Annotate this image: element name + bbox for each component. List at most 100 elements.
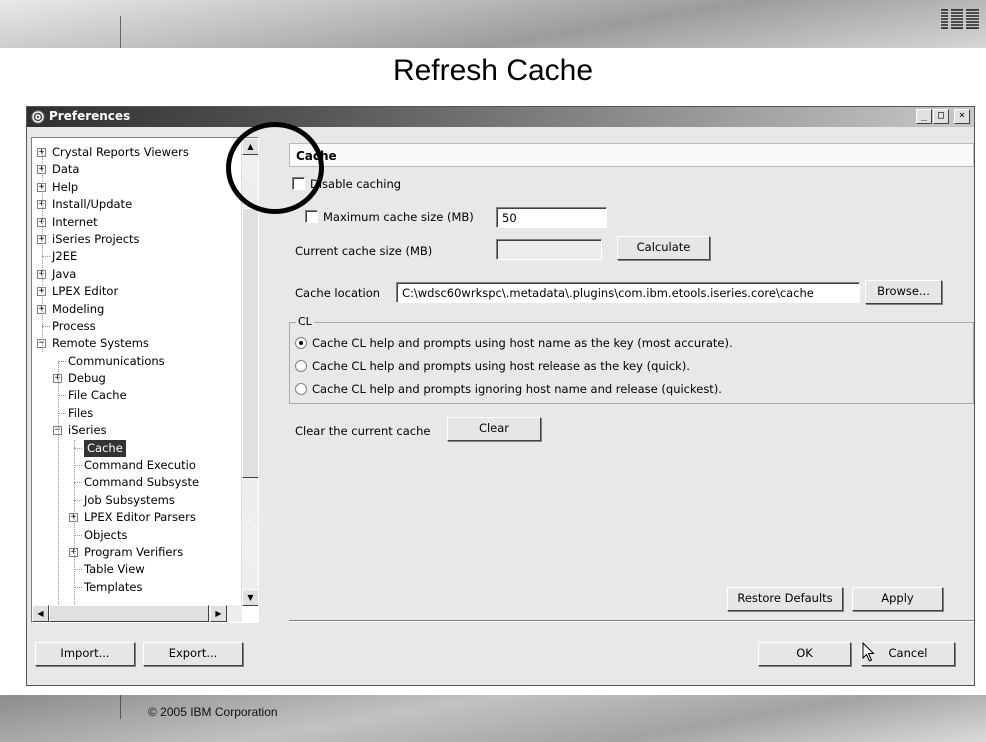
calculate-button[interactable]: Calculate bbox=[617, 236, 710, 260]
window-title: Preferences bbox=[49, 109, 131, 123]
tree-item[interactable]: + Java bbox=[32, 266, 242, 283]
tree-item-label: LPEX Editor bbox=[52, 284, 119, 299]
tree-connector bbox=[74, 499, 82, 501]
tree-connector bbox=[74, 482, 82, 484]
disable-caching-label: Disable caching bbox=[310, 177, 402, 191]
window-titlebar[interactable]: Preferences _ □ × bbox=[27, 107, 974, 127]
tree-item-label: LPEX Editor Parsers bbox=[84, 510, 196, 525]
tree-item[interactable]: + Help bbox=[32, 179, 242, 196]
tree-item-label: Command Executio bbox=[84, 458, 196, 473]
cl-radio-ignore[interactable] bbox=[295, 383, 307, 395]
slide-title: Refresh Cache bbox=[392, 54, 594, 87]
tree-connector bbox=[58, 395, 66, 397]
scroll-down-button[interactable]: ▼ bbox=[242, 589, 258, 606]
import-button[interactable]: Import... bbox=[35, 642, 135, 666]
tree-item-label: Crystal Reports Viewers bbox=[52, 145, 189, 159]
tree-item[interactable]: Table View bbox=[32, 561, 242, 578]
tree-item-label: Job Subsystems bbox=[84, 492, 175, 507]
tree-item[interactable]: Communications bbox=[32, 353, 242, 370]
cl-option-host-release: Cache CL help and prompts using host rel… bbox=[312, 359, 690, 373]
tree-item-label: Table View bbox=[84, 562, 145, 577]
tree-item-label: Install/Update bbox=[52, 197, 133, 212]
tree-item[interactable]: + LPEX Editor bbox=[32, 283, 242, 300]
cache-location-label: Cache location bbox=[295, 286, 381, 300]
scroll-up-button[interactable]: ▲ bbox=[242, 138, 258, 155]
tree-item-label: Command Subsyste bbox=[84, 475, 200, 490]
tree-vertical-scrollbar[interactable]: ▲ ▼ bbox=[241, 138, 258, 606]
tree-item[interactable]: Templates bbox=[32, 579, 242, 596]
preferences-tree[interactable]: + Crystal Reports Viewers + Data + Help + Insta… bbox=[31, 137, 259, 623]
cl-group: CL Cache CL help and prompts using host … bbox=[289, 315, 974, 404]
app-icon bbox=[31, 110, 45, 124]
tree-item[interactable]: + Program Verifiers bbox=[32, 544, 242, 561]
tree-connector bbox=[42, 256, 50, 258]
scroll-thumb[interactable] bbox=[242, 208, 258, 478]
cl-option-ignore: Cache CL help and prompts ignoring host … bbox=[312, 382, 722, 396]
tree-item[interactable]: File Cache bbox=[32, 387, 242, 404]
max-cache-checkbox[interactable] bbox=[305, 210, 318, 223]
top-banner bbox=[0, 0, 986, 48]
tree-item[interactable]: Cache bbox=[32, 439, 242, 457]
tree-item[interactable]: + Debug bbox=[32, 370, 242, 387]
tree-item[interactable]: Job Subsystems bbox=[32, 492, 242, 509]
current-cache-field bbox=[496, 239, 602, 260]
tree-guide-line bbox=[42, 152, 43, 352]
scroll-left-button[interactable]: ◀ bbox=[32, 605, 49, 622]
export-button[interactable]: Export... bbox=[143, 642, 243, 666]
tree-connector bbox=[74, 465, 82, 467]
banner-divider bbox=[120, 16, 121, 48]
tree-guide-line bbox=[74, 440, 75, 618]
horizontal-scroll-thumb[interactable] bbox=[49, 605, 209, 622]
minimize-button[interactable]: _ bbox=[916, 109, 932, 124]
scroll-right-button[interactable]: ▶ bbox=[210, 605, 227, 622]
tree-item-label: iSeries bbox=[68, 423, 107, 438]
disable-caching-checkbox[interactable] bbox=[292, 177, 305, 190]
tree-connector bbox=[58, 412, 66, 414]
cl-radio-host-release[interactable] bbox=[295, 360, 307, 372]
ok-button[interactable]: OK bbox=[758, 642, 851, 666]
preferences-window: Preferences _ □ × + Crystal Reports Viewe… bbox=[26, 106, 975, 686]
tree-item[interactable]: + Data bbox=[32, 161, 242, 178]
tree-connector bbox=[74, 586, 82, 588]
tree-item[interactable]: Command Executio bbox=[32, 457, 242, 474]
cl-radio-host-name[interactable] bbox=[295, 337, 307, 349]
slide: Refresh Cache Preferences _ □ × + Crystal… bbox=[0, 0, 986, 742]
tree-connector bbox=[74, 569, 82, 571]
tree-item-label: Process bbox=[52, 318, 96, 333]
mouse-pointer-icon bbox=[862, 642, 875, 662]
tree-item[interactable]: + LPEX Editor Parsers bbox=[32, 509, 242, 526]
tree-item-label: iSeries Projects bbox=[52, 231, 140, 246]
tree-item-label: Remote Systems bbox=[52, 336, 149, 351]
tree-item-label: Files bbox=[68, 405, 94, 420]
clear-cache-label: Clear the current cache bbox=[295, 424, 431, 438]
apply-button[interactable]: Apply bbox=[852, 587, 943, 611]
copyright-text: © 2005 IBM Corporation bbox=[148, 705, 278, 719]
tree-item[interactable]: Command Subsyste bbox=[32, 474, 242, 491]
cl-option-host-name: Cache CL help and prompts using host nam… bbox=[312, 336, 733, 350]
tree-item[interactable]: − Remote Systems bbox=[32, 335, 242, 352]
tree-connector bbox=[58, 360, 66, 362]
tree-item[interactable]: − iSeries bbox=[32, 422, 242, 439]
cache-location-input[interactable]: C:\wdsc60wrkspc\.metadata\.plugins\com.i… bbox=[396, 282, 860, 303]
tree-item[interactable]: + Crystal Reports Viewers bbox=[32, 144, 242, 161]
tree-item[interactable]: Files bbox=[32, 405, 242, 422]
tree-item-label: Debug bbox=[68, 371, 106, 386]
browse-button[interactable]: Browse... bbox=[865, 280, 942, 304]
window-controls: _ □ × bbox=[916, 109, 970, 124]
maximize-button[interactable]: □ bbox=[933, 109, 949, 124]
tree-item[interactable]: + iSeries Projects bbox=[32, 231, 242, 248]
tree-item[interactable]: + Internet bbox=[32, 214, 242, 231]
tree-horizontal-scrollbar[interactable]: ◀ ▶ bbox=[32, 605, 242, 622]
tree-guide-line bbox=[58, 362, 59, 622]
current-cache-label: Current cache size (MB) bbox=[295, 244, 433, 258]
tree-item[interactable]: + Modeling bbox=[32, 301, 242, 318]
close-button[interactable]: × bbox=[954, 109, 970, 124]
tree-item[interactable]: Objects bbox=[32, 527, 242, 544]
restore-defaults-button[interactable]: Restore Defaults bbox=[727, 587, 843, 611]
tree-item[interactable]: Process bbox=[32, 318, 242, 335]
tree-item[interactable]: J2EE bbox=[32, 248, 242, 265]
clear-button[interactable]: Clear bbox=[447, 417, 541, 441]
tree-item[interactable]: + Install/Update bbox=[32, 196, 242, 213]
max-cache-input[interactable]: 50 bbox=[496, 207, 607, 228]
page-header: Cache bbox=[289, 143, 974, 167]
